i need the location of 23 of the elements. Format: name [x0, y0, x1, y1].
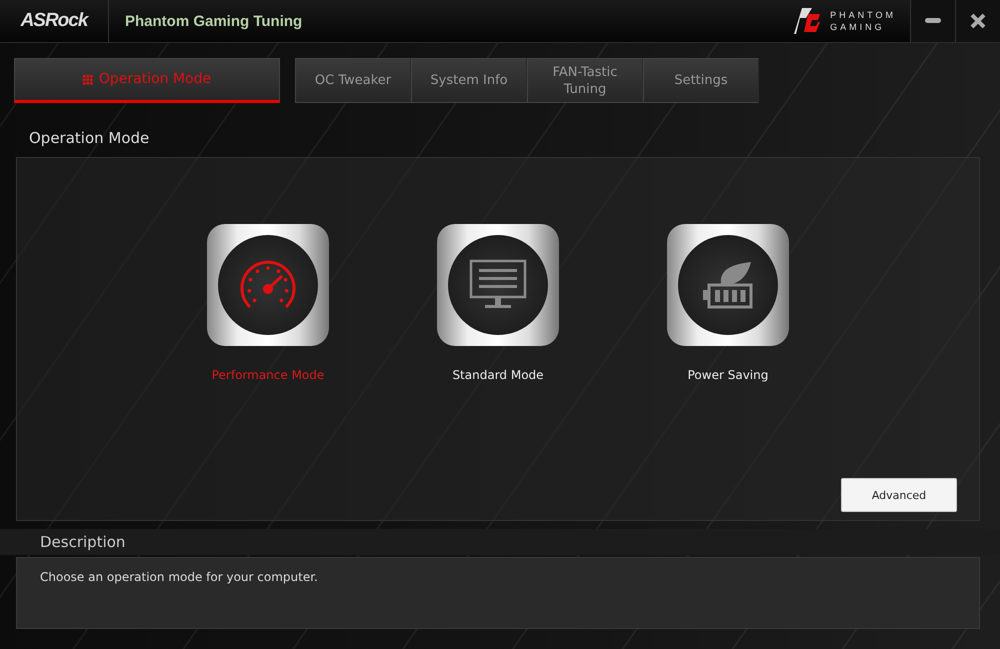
close-icon — [970, 13, 986, 29]
minimize-button[interactable] — [910, 0, 955, 42]
close-button[interactable] — [955, 0, 1000, 42]
tab[interactable]: OC Tweaker — [295, 58, 411, 103]
window-title: Phantom Gaming Tuning — [124, 12, 304, 32]
description-text: Choose an operation mode for your computer. — [16, 557, 980, 629]
mode-option[interactable]: Performance Mode — [208, 224, 328, 478]
grid-icon — [82, 74, 93, 84]
mode-option[interactable]: Standard Mode — [438, 224, 558, 478]
minimize-icon — [925, 18, 941, 24]
brand-logo: ASRock — [0, 0, 109, 42]
speedometer-icon — [238, 259, 298, 311]
advanced-button[interactable]: Advanced — [841, 478, 957, 512]
logo-text: PHANTOM — [830, 9, 896, 21]
logo-text: GAMING — [830, 21, 886, 33]
monitor-icon — [469, 259, 527, 311]
section-title: Operation Mode — [28, 128, 150, 149]
tab[interactable]: Settings — [643, 58, 759, 103]
mode-option[interactable]: Power Saving — [668, 224, 788, 478]
tab[interactable]: Operation Mode — [14, 58, 280, 103]
tab[interactable]: System Info — [411, 58, 527, 103]
pg-logo-icon — [792, 6, 822, 36]
tab[interactable]: FAN-Tastic Tuning — [527, 58, 643, 103]
